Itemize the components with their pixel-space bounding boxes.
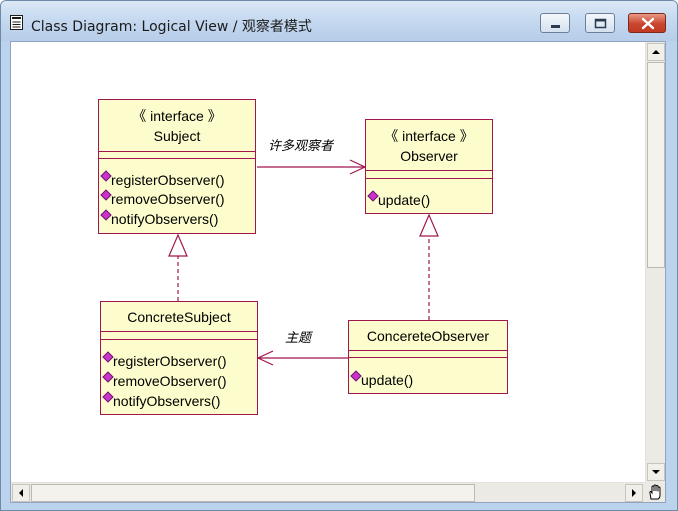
class-divider [101, 339, 257, 340]
arrow-left-icon [19, 489, 23, 497]
operation-diamond-icon [102, 351, 114, 363]
maximize-icon [594, 18, 607, 29]
vertical-scrollbar[interactable] [645, 42, 665, 482]
pan-hand-button[interactable] [645, 482, 665, 502]
operation-diamond-icon [100, 209, 112, 221]
class-divider [99, 151, 255, 152]
diagram-window: Class Diagram: Logical View / 观察者模式 许多观察… [0, 0, 678, 511]
class-divider [366, 170, 492, 171]
scroll-left-button[interactable] [12, 484, 30, 502]
diagram-canvas[interactable]: 许多观察者 主题 《 interface 》 Subject registerO… [11, 42, 645, 482]
horizontal-scrollbar[interactable] [11, 482, 645, 502]
operation-diamond-icon [102, 391, 114, 403]
class-name: Observer [400, 148, 458, 164]
operation-item[interactable]: removeObserver() [102, 371, 227, 391]
class-divider [349, 350, 507, 351]
class-concrete-observer[interactable]: ConcereteObserver update() [348, 320, 508, 394]
class-divider [349, 357, 507, 358]
operation-item[interactable]: update() [350, 370, 414, 390]
class-name: Subject [153, 128, 201, 144]
operation-label: update() [361, 372, 414, 388]
class-subject[interactable]: 《 interface 》 Subject registerObserver()… [98, 99, 256, 234]
operation-diamond-icon [102, 371, 114, 383]
operation-label: removeObserver() [111, 191, 225, 207]
close-icon [641, 17, 655, 30]
association-label-many-observers: 许多观察者 [268, 138, 334, 153]
title-bar[interactable]: Class Diagram: Logical View / 观察者模式 [1, 1, 677, 41]
operation-item[interactable]: registerObserver() [100, 170, 225, 190]
maximize-button[interactable] [585, 13, 615, 33]
operation-diamond-icon [100, 170, 112, 182]
operation-item[interactable]: removeObserver() [100, 189, 225, 209]
scroll-down-button[interactable] [647, 463, 665, 481]
class-concrete-subject[interactable]: ConcreteSubject registerObserver() remov… [100, 301, 258, 415]
window-title: Class Diagram: Logical View / 观察者模式 [31, 19, 312, 35]
operation-diamond-icon [100, 189, 112, 201]
class-name: ConcereteObserver [366, 328, 490, 344]
operation-diamond-icon [367, 190, 379, 202]
operation-item[interactable]: notifyObservers() [100, 209, 219, 229]
scroll-right-button[interactable] [625, 484, 643, 502]
document-icon [10, 15, 23, 30]
class-stereotype: 《 interface 》 [384, 128, 474, 144]
minimize-icon [551, 25, 560, 28]
association-label-subject: 主题 [285, 330, 312, 345]
class-divider [366, 178, 492, 179]
close-button[interactable] [628, 13, 666, 33]
arrow-down-icon [652, 470, 660, 474]
operation-label: registerObserver() [111, 172, 225, 188]
arrow-right-icon [632, 489, 636, 497]
class-divider [99, 158, 255, 159]
class-name: ConcreteSubject [127, 309, 231, 325]
operation-label: update() [378, 192, 431, 208]
horizontal-scroll-thumb[interactable] [31, 484, 475, 502]
operation-item[interactable]: update() [367, 190, 431, 210]
class-observer[interactable]: 《 interface 》 Observer update() [365, 119, 493, 214]
scroll-up-button[interactable] [647, 43, 665, 61]
operation-label: registerObserver() [113, 353, 227, 369]
arrow-up-icon [652, 50, 660, 54]
operation-item[interactable]: registerObserver() [102, 351, 227, 371]
minimize-button[interactable] [540, 13, 570, 33]
class-stereotype: 《 interface 》 [132, 108, 222, 124]
hand-icon [649, 484, 661, 500]
operation-label: notifyObservers() [111, 211, 219, 227]
operation-label: removeObserver() [113, 373, 227, 389]
class-divider [101, 331, 257, 332]
operation-diamond-icon [350, 370, 362, 382]
vertical-scroll-thumb[interactable] [647, 62, 665, 268]
operation-item[interactable]: notifyObservers() [102, 391, 221, 411]
operation-label: notifyObservers() [113, 393, 221, 409]
diagram-client-area: 许多观察者 主题 《 interface 》 Subject registerO… [10, 41, 666, 503]
